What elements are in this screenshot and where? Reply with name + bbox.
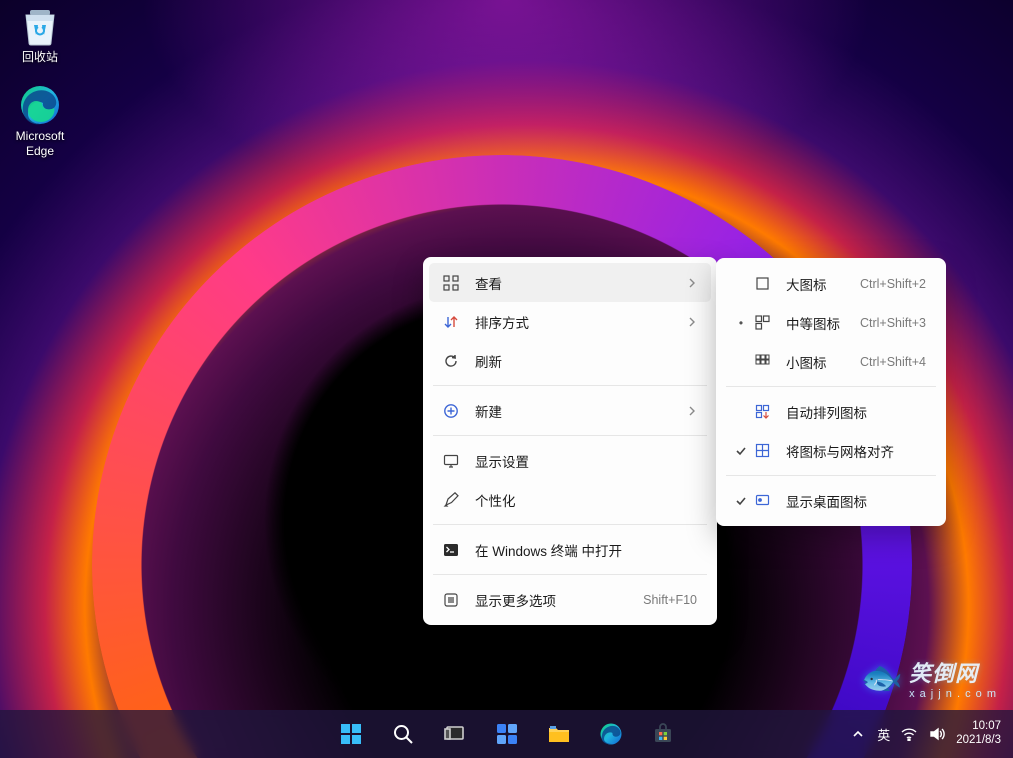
- submenu-item-shortcut: Ctrl+Shift+3: [860, 316, 926, 330]
- terminal-icon: [441, 540, 461, 560]
- ime-indicator[interactable]: 英: [877, 725, 890, 744]
- refresh-icon: [441, 351, 461, 371]
- desktop-icon-recycle-bin[interactable]: 回收站: [4, 4, 76, 65]
- submenu-item-shortcut: Ctrl+Shift+4: [860, 355, 926, 369]
- large-icons-icon: [752, 274, 772, 294]
- menu-separator: [433, 574, 707, 575]
- desktop[interactable]: 回收站 Microsoft Edge: [0, 0, 1013, 758]
- search-button[interactable]: [382, 713, 424, 755]
- small-icons-icon: [752, 352, 772, 372]
- volume-icon[interactable]: [928, 725, 946, 743]
- new-icon: [441, 401, 461, 421]
- show-desktop-icons-icon: [752, 491, 772, 511]
- watermark-url: x a j j n . c o m: [909, 688, 997, 700]
- menu-separator: [726, 386, 936, 387]
- submenu-item-label: 将图标与网格对齐: [786, 441, 894, 461]
- menu-item-label: 排序方式: [475, 312, 529, 332]
- clock-date: 2021/8/3: [956, 734, 1001, 748]
- view-icon: [441, 273, 461, 293]
- menu-item-personalize[interactable]: 个性化: [429, 480, 711, 519]
- submenu-item-show-desktop-icons[interactable]: 显示桌面图标: [722, 481, 940, 520]
- menu-separator: [726, 475, 936, 476]
- submenu-item-large-icons[interactable]: 大图标 Ctrl+Shift+2: [722, 264, 940, 303]
- edge-button[interactable]: [590, 713, 632, 755]
- task-view-button[interactable]: [434, 713, 476, 755]
- submenu-item-medium-icons[interactable]: • 中等图标 Ctrl+Shift+3: [722, 303, 940, 342]
- taskbar-clock[interactable]: 10:07 2021/8/3: [956, 720, 1001, 748]
- tray-overflow-button[interactable]: [849, 725, 867, 743]
- taskbar-center: [330, 713, 684, 755]
- menu-item-label: 刷新: [475, 351, 502, 371]
- align-grid-icon: [752, 441, 772, 461]
- menu-item-open-terminal[interactable]: 在 Windows 终端 中打开: [429, 530, 711, 569]
- submenu-item-auto-arrange[interactable]: 自动排列图标: [722, 392, 940, 431]
- sort-icon: [441, 312, 461, 332]
- menu-item-shortcut: Shift+F10: [643, 593, 697, 607]
- edge-icon: [18, 83, 62, 127]
- menu-item-display-settings[interactable]: 显示设置: [429, 441, 711, 480]
- menu-item-label: 个性化: [475, 490, 516, 510]
- display-settings-icon: [441, 451, 461, 471]
- recycle-bin-icon: [18, 4, 62, 48]
- desktop-icon-label: Microsoft Edge: [16, 129, 65, 159]
- menu-item-label: 查看: [475, 273, 502, 293]
- submenu-item-label: 大图标: [786, 274, 827, 294]
- menu-item-label: 显示更多选项: [475, 590, 556, 610]
- menu-item-label: 新建: [475, 401, 502, 421]
- file-explorer-button[interactable]: [538, 713, 580, 755]
- submenu-item-shortcut: Ctrl+Shift+2: [860, 277, 926, 291]
- chevron-right-icon: [687, 406, 697, 416]
- check-indicator-checked: [732, 495, 750, 507]
- menu-item-new[interactable]: 新建: [429, 391, 711, 430]
- menu-separator: [433, 524, 707, 525]
- menu-item-sort[interactable]: 排序方式: [429, 302, 711, 341]
- store-button[interactable]: [642, 713, 684, 755]
- desktop-icon-label: 回收站: [22, 50, 58, 65]
- taskbar-tray: 英 10:07 2021/8/3: [849, 720, 1001, 748]
- desktop-context-menu: 查看 排序方式 刷新: [423, 257, 717, 625]
- clock-time: 10:07: [972, 720, 1001, 734]
- submenu-item-label: 显示桌面图标: [786, 491, 867, 511]
- check-indicator-checked: [732, 445, 750, 457]
- desktop-icon-column: 回收站 Microsoft Edge: [4, 4, 76, 159]
- more-options-icon: [441, 590, 461, 610]
- watermark-text: 笑倒网: [909, 656, 978, 688]
- view-submenu: 大图标 Ctrl+Shift+2 • 中等图标 Ctrl+Shift+3 小图标…: [716, 258, 946, 526]
- medium-icons-icon: [752, 313, 772, 333]
- submenu-item-align-to-grid[interactable]: 将图标与网格对齐: [722, 431, 940, 470]
- menu-item-more-options[interactable]: 显示更多选项 Shift+F10: [429, 580, 711, 619]
- submenu-item-label: 中等图标: [786, 313, 840, 333]
- menu-item-label: 在 Windows 终端 中打开: [475, 540, 622, 560]
- submenu-item-small-icons[interactable]: 小图标 Ctrl+Shift+4: [722, 342, 940, 381]
- menu-separator: [433, 385, 707, 386]
- menu-separator: [433, 435, 707, 436]
- submenu-item-label: 小图标: [786, 352, 827, 372]
- network-icon[interactable]: [900, 725, 918, 743]
- chevron-right-icon: [687, 278, 697, 288]
- menu-item-label: 显示设置: [475, 451, 529, 471]
- menu-item-view[interactable]: 查看: [429, 263, 711, 302]
- menu-item-refresh[interactable]: 刷新: [429, 341, 711, 380]
- chevron-right-icon: [687, 317, 697, 327]
- radio-indicator-selected: •: [732, 316, 750, 330]
- auto-arrange-icon: [752, 402, 772, 422]
- taskbar: 英 10:07 2021/8/3: [0, 710, 1013, 758]
- widgets-button[interactable]: [486, 713, 528, 755]
- submenu-item-label: 自动排列图标: [786, 402, 867, 422]
- desktop-icon-edge[interactable]: Microsoft Edge: [4, 83, 76, 159]
- personalize-icon: [441, 490, 461, 510]
- start-button[interactable]: [330, 713, 372, 755]
